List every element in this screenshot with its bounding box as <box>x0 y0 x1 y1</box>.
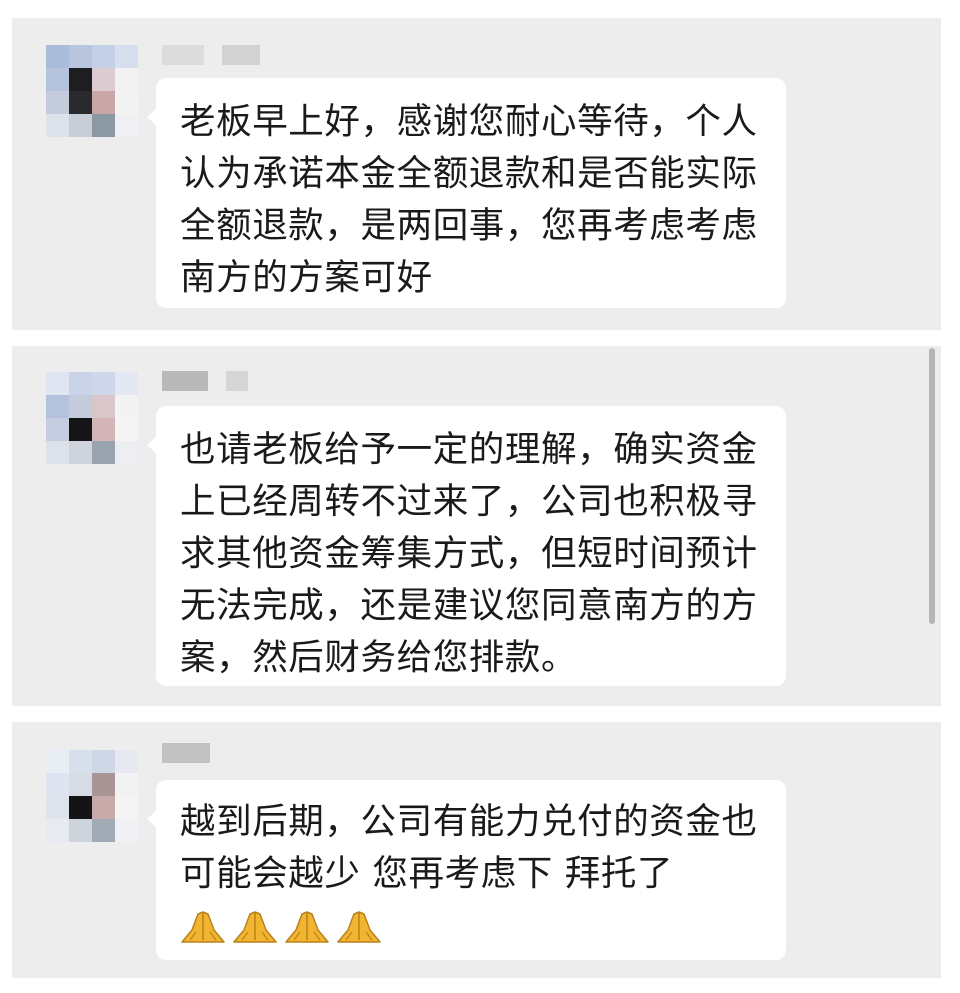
avatar-pixelated[interactable] <box>46 45 138 137</box>
message-panel-3: 越到后期，公司有能力兑付的资金也可能会越少 您再考虑下 拜托了 <box>12 722 941 978</box>
avatar-pixelated[interactable] <box>46 750 138 842</box>
message-text: 越到后期，公司有能力兑付的资金也可能会越少 您再考虑下 拜托了 <box>180 801 758 894</box>
chat-screenshot: 老板早上好，感谢您耐心等待，个人认为承诺本金全额退款和是否能实际全额退款，是两回… <box>0 0 960 993</box>
avatar-pixelated[interactable] <box>46 372 138 464</box>
message-bubble-1[interactable]: 老板早上好，感谢您耐心等待，个人认为承诺本金全额退款和是否能实际全额退款，是两回… <box>147 78 786 308</box>
folded-hands-icon <box>233 911 277 943</box>
scrollbar[interactable] <box>929 348 935 624</box>
sender-name-blurred <box>162 742 210 764</box>
message-text: 也请老板给予一定的理解，确实资金上已经周转不过来了，公司也积极寻求其他资金筹集方… <box>180 429 758 678</box>
message-bubble-2[interactable]: 也请老板给予一定的理解，确实资金上已经周转不过来了，公司也积极寻求其他资金筹集方… <box>147 406 786 686</box>
sender-name-blurred <box>162 44 260 66</box>
folded-hands-icon <box>181 911 225 943</box>
message-text: 老板早上好，感谢您耐心等待，个人认为承诺本金全额退款和是否能实际全额退款，是两回… <box>180 101 758 298</box>
message-panel-2: 也请老板给予一定的理解，确实资金上已经周转不过来了，公司也积极寻求其他资金筹集方… <box>12 346 941 706</box>
sender-name-blurred <box>162 370 248 392</box>
message-bubble-3[interactable]: 越到后期，公司有能力兑付的资金也可能会越少 您再考虑下 拜托了 <box>147 780 786 960</box>
folded-hands-icon <box>285 911 329 943</box>
message-panel-1: 老板早上好，感谢您耐心等待，个人认为承诺本金全额退款和是否能实际全额退款，是两回… <box>12 18 941 330</box>
emoji-row <box>180 906 762 946</box>
folded-hands-icon <box>337 911 381 943</box>
